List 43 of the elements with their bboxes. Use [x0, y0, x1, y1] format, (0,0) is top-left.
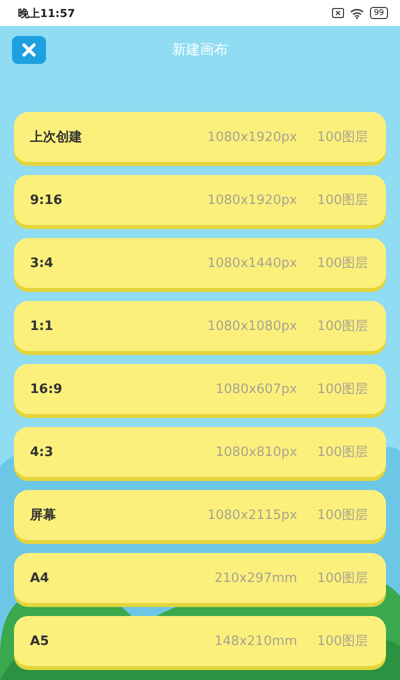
preset-size: 148x210mm: [214, 634, 298, 648]
preset-name: 1:1: [30, 318, 54, 334]
preset-layers: 100图层: [317, 633, 368, 650]
canvas-preset-item[interactable]: 上次创建 1080x1920px 100图层: [14, 112, 386, 162]
canvas-preset-item[interactable]: A4 210x297mm 100图层: [14, 553, 386, 603]
status-time: 晚上11:57: [18, 6, 76, 20]
preset-name: A5: [30, 634, 50, 648]
page-title: 新建画布: [172, 41, 228, 59]
sim-icon: [332, 8, 344, 18]
wifi-icon: [350, 8, 364, 18]
preset-name: 16:9: [30, 382, 64, 396]
preset-layers: 100图层: [317, 507, 368, 524]
preset-name: A4: [30, 570, 50, 586]
preset-layers: 100图层: [317, 192, 368, 209]
preset-size: 1080x1440px: [207, 256, 298, 270]
canvas-preset-item[interactable]: A5 148x210mm 100图层: [14, 616, 386, 666]
preset-layers: 100图层: [317, 318, 368, 335]
canvas-preset-item[interactable]: 9:16 1080x1920px 100图层: [14, 175, 386, 225]
canvas-preset-item[interactable]: 屏幕 1080x2115px 100图层: [14, 490, 386, 540]
preset-size: 1080x1920px: [207, 130, 298, 144]
canvas-preset-item[interactable]: 3:4 1080x1440px 100图层: [14, 238, 386, 288]
preset-size: 1080x1080px: [207, 318, 298, 334]
close-icon: [22, 43, 36, 57]
canvas-preset-item[interactable]: 4:3 1080x810px 100图层: [14, 427, 386, 477]
preset-size: 1080x810px: [216, 444, 298, 460]
preset-layers: 100图层: [317, 255, 368, 272]
close-button[interactable]: [12, 36, 46, 64]
preset-size: 1080x607px: [216, 382, 298, 396]
preset-size: 210x297mm: [214, 570, 298, 586]
preset-name: 4:3: [30, 444, 54, 460]
preset-size: 1080x1920px: [207, 192, 298, 208]
preset-layers: 100图层: [317, 444, 368, 461]
preset-size: 1080x2115px: [207, 508, 298, 522]
preset-layers: 100图层: [317, 570, 368, 587]
preset-layers: 100图层: [317, 129, 368, 146]
preset-name: 上次创建: [30, 129, 83, 146]
preset-name: 屏幕: [30, 507, 57, 524]
preset-name: 3:4: [30, 256, 54, 270]
canvas-preset-item[interactable]: 1:1 1080x1080px 100图层: [14, 301, 386, 351]
canvas-preset-item[interactable]: 16:9 1080x607px 100图层: [14, 364, 386, 414]
preset-name: 9:16: [30, 192, 64, 208]
battery-level: 99: [370, 7, 388, 19]
preset-layers: 100图层: [317, 381, 368, 398]
